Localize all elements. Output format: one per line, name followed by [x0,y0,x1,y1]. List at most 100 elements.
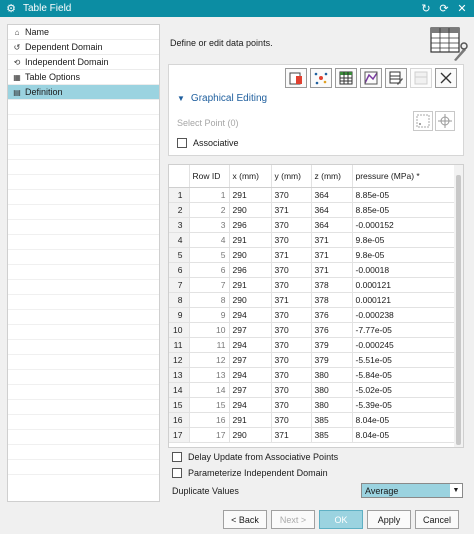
tree-item-name[interactable]: ⌂ Name [8,25,159,40]
cell-x-value[interactable]: 291 [229,412,272,428]
cell-y-value[interactable]: 370 [271,337,312,353]
table-row[interactable]: 16 16 291 370 385 8.04e-05 [169,412,456,428]
table-row[interactable]: 8 8 290 371 378 0.000121 [169,292,456,308]
point-dialog-button[interactable] [413,111,433,131]
cell-pressure-value[interactable]: -5.84e-05 [352,367,456,383]
table-row[interactable]: 5 5 290 371 371 9.8e-05 [169,247,456,263]
cell-y-value[interactable]: 370 [271,322,312,338]
scatter-points-button[interactable] [310,68,332,88]
delay-update-checkbox[interactable] [172,452,182,462]
cell-x-value[interactable]: 290 [229,247,272,263]
cell-pressure-value[interactable]: -0.000238 [352,307,456,323]
cell-z-value[interactable]: 378 [311,277,353,293]
cell-row-id[interactable]: 7 [189,277,230,293]
cell-z-value[interactable]: 380 [311,382,353,398]
cell-row-id[interactable]: 15 [189,397,230,413]
cell-row-id[interactable]: 3 [189,217,230,233]
cell-z-value[interactable]: 376 [311,307,353,323]
cell-pressure-value[interactable]: 9.8e-05 [352,247,456,263]
cell-z-value[interactable]: 380 [311,367,353,383]
cell-x-value[interactable]: 291 [229,277,272,293]
next-button[interactable]: Next > [271,510,315,529]
cell-x-value[interactable]: 291 [229,232,272,248]
reset-icon[interactable]: ↻ [420,2,432,15]
point-snap-button[interactable] [435,111,455,131]
cell-x-value[interactable]: 294 [229,397,272,413]
cell-row-id[interactable]: 2 [189,202,230,218]
cell-pressure-value[interactable]: -0.000245 [352,337,456,353]
cell-row-id[interactable]: 14 [189,382,230,398]
cell-pressure-value[interactable]: -0.00018 [352,262,456,278]
cell-z-value[interactable]: 380 [311,397,353,413]
cell-z-value[interactable]: 385 [311,427,353,443]
cell-x-value[interactable]: 296 [229,217,272,233]
close-icon[interactable]: ✕ [456,2,468,15]
cell-y-value[interactable]: 370 [271,397,312,413]
cell-row-id[interactable]: 12 [189,352,230,368]
cell-pressure-value[interactable]: -5.51e-05 [352,352,456,368]
table-row[interactable]: 6 6 296 370 371 -0.00018 [169,262,456,278]
cell-y-value[interactable]: 371 [271,292,312,308]
vertical-scrollbar[interactable] [454,165,463,447]
cell-row-id[interactable]: 4 [189,232,230,248]
table-row[interactable]: 13 13 294 370 380 -5.84e-05 [169,367,456,383]
cell-x-value[interactable]: 294 [229,337,272,353]
cell-row-id[interactable]: 1 [189,187,230,203]
cell-x-value[interactable]: 294 [229,367,272,383]
graphical-editing-header[interactable]: ▼ Graphical Editing [177,93,267,104]
table-row[interactable]: 12 12 297 370 379 -5.51e-05 [169,352,456,368]
header-z[interactable]: z (mm) [311,165,353,188]
cell-x-value[interactable]: 294 [229,307,272,323]
cell-y-value[interactable]: 370 [271,217,312,233]
cell-z-value[interactable]: 364 [311,187,353,203]
cell-pressure-value[interactable]: 8.85e-05 [352,187,456,203]
cell-row-id[interactable]: 10 [189,322,230,338]
tree-item-dependent-domain[interactable]: ↺ Dependent Domain [8,40,159,55]
spreadsheet-button[interactable] [335,68,357,88]
cell-y-value[interactable]: 370 [271,262,312,278]
cell-row-id[interactable]: 16 [189,412,230,428]
cell-row-id[interactable]: 9 [189,307,230,323]
header-x[interactable]: x (mm) [229,165,272,188]
apply-button[interactable]: Apply [367,510,411,529]
cell-row-id[interactable]: 6 [189,262,230,278]
parameterize-option[interactable]: Parameterize Independent Domain [172,468,328,478]
table-row[interactable]: 4 4 291 370 371 9.8e-05 [169,232,456,248]
delete-rows-button[interactable] [410,68,432,88]
cell-row-id[interactable]: 17 [189,427,230,443]
cell-y-value[interactable]: 370 [271,307,312,323]
cell-z-value[interactable]: 364 [311,217,353,233]
table-row[interactable]: 15 15 294 370 380 -5.39e-05 [169,397,456,413]
delay-update-option[interactable]: Delay Update from Associative Points [172,452,338,462]
cell-x-value[interactable]: 297 [229,382,272,398]
cell-y-value[interactable]: 371 [271,247,312,263]
cell-row-id[interactable]: 5 [189,247,230,263]
cell-x-value[interactable]: 290 [229,427,272,443]
cell-pressure-value[interactable]: 8.04e-05 [352,412,456,428]
refresh-icon[interactable]: ⟳ [438,2,450,15]
table-row[interactable]: 11 11 294 370 379 -0.000245 [169,337,456,353]
table-row[interactable]: 10 10 297 370 376 -7.77e-05 [169,322,456,338]
table-row[interactable]: 1 1 291 370 364 8.85e-05 [169,187,456,203]
tree-item-independent-domain[interactable]: ⟲ Independent Domain [8,55,159,70]
back-button[interactable]: < Back [223,510,267,529]
table-row[interactable]: 7 7 291 370 378 0.000121 [169,277,456,293]
header-pressure[interactable]: pressure (MPa) * [352,165,456,188]
cell-z-value[interactable]: 379 [311,352,353,368]
ok-button[interactable]: OK [319,510,363,529]
cell-z-value[interactable]: 376 [311,322,353,338]
cell-z-value[interactable]: 364 [311,202,353,218]
cell-y-value[interactable]: 371 [271,202,312,218]
cell-row-id[interactable]: 8 [189,292,230,308]
edit-table-button[interactable] [385,68,407,88]
table-row[interactable]: 3 3 296 370 364 -0.000152 [169,217,456,233]
scrollbar-thumb[interactable] [456,175,461,445]
graph-view-button[interactable] [360,68,382,88]
table-row[interactable]: 2 2 290 371 364 8.85e-05 [169,202,456,218]
cell-z-value[interactable]: 379 [311,337,353,353]
cell-pressure-value[interactable]: 8.85e-05 [352,202,456,218]
cell-z-value[interactable]: 371 [311,232,353,248]
cell-y-value[interactable]: 370 [271,187,312,203]
cell-pressure-value[interactable]: -7.77e-05 [352,322,456,338]
associative-checkbox[interactable] [177,138,187,148]
